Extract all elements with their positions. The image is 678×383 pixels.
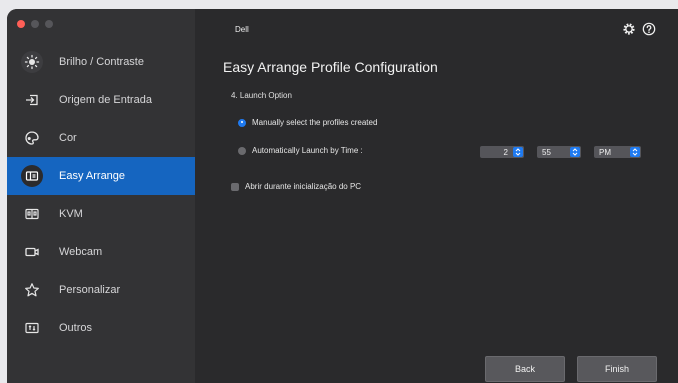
chevron-updown-icon: [513, 147, 523, 157]
maximize-window-button[interactable]: [45, 20, 53, 28]
top-toolbar: [622, 22, 656, 41]
star-icon: [23, 281, 41, 299]
radio-auto-label: Automatically Launch by Time :: [252, 146, 363, 155]
sidebar-item-easy-arrange[interactable]: Easy Arrange: [7, 157, 195, 195]
back-button[interactable]: Back: [485, 356, 565, 382]
hour-select[interactable]: 2: [480, 146, 524, 158]
sidebar-item-kvm[interactable]: KVM: [7, 195, 195, 233]
chevron-updown-icon: [570, 147, 580, 157]
kvm-icon: [23, 205, 41, 223]
others-icon: [23, 319, 41, 337]
hour-value: 2: [503, 147, 508, 157]
ampm-select[interactable]: PM: [594, 146, 641, 158]
chevron-updown-icon: [630, 147, 640, 157]
section-label: 4. Launch Option: [231, 91, 292, 100]
sidebar-item-label: Brilho / Contraste: [59, 56, 144, 68]
sidebar-item-label: Easy Arrange: [59, 170, 126, 182]
help-icon[interactable]: [642, 22, 656, 41]
sidebar-item-label: Webcam: [59, 246, 103, 258]
color-palette-icon: [23, 129, 41, 147]
sidebar-item-origem-de-entrada[interactable]: Origem de Entrada: [7, 81, 195, 119]
sidebar-item-label: Cor: [59, 132, 77, 144]
radio-auto[interactable]: [238, 146, 246, 155]
sidebar-item-label: Personalizar: [59, 284, 121, 296]
window-controls: [17, 20, 53, 28]
sidebar-item-brilho-contraste[interactable]: Brilho / Contraste: [7, 43, 195, 81]
close-window-button[interactable]: [17, 20, 25, 28]
webcam-icon: [23, 243, 41, 261]
startup-checkbox-label: Abrir durante inicialização do PC: [245, 182, 362, 191]
gear-icon[interactable]: [622, 22, 636, 41]
sidebar-item-outros[interactable]: Outros: [7, 309, 195, 347]
sidebar-item-label: Origem de Entrada: [59, 94, 152, 106]
sidebar-item-label: KVM: [59, 208, 83, 220]
app-window: Brilho / Contraste Origem de Entrada Cor…: [7, 9, 678, 383]
ampm-value: PM: [599, 147, 611, 157]
brand-label: Dell: [235, 25, 249, 34]
main-content: Dell Easy Arrange Profile Configuration …: [195, 9, 678, 383]
minute-select[interactable]: 55: [537, 146, 581, 158]
radio-manual[interactable]: [238, 118, 246, 127]
sidebar-item-label: Outros: [59, 322, 93, 334]
startup-checkbox[interactable]: [231, 182, 239, 191]
minimize-window-button[interactable]: [31, 20, 39, 28]
sidebar-item-personalizar[interactable]: Personalizar: [7, 271, 195, 309]
startup-checkbox-row[interactable]: Abrir durante inicialização do PC: [231, 182, 361, 191]
sidebar-nav: Brilho / Contraste Origem de Entrada Cor…: [7, 43, 195, 347]
sidebar-item-webcam[interactable]: Webcam: [7, 233, 195, 271]
easy-arrange-icon: [21, 165, 43, 187]
sidebar-item-cor[interactable]: Cor: [7, 119, 195, 157]
brightness-icon: [21, 51, 43, 73]
page-title: Easy Arrange Profile Configuration: [223, 59, 438, 75]
finish-button[interactable]: Finish: [577, 356, 657, 382]
radio-manual-label: Manually select the profiles created: [252, 118, 378, 127]
minute-value: 55: [542, 147, 551, 157]
radio-auto-row[interactable]: Automatically Launch by Time :: [238, 146, 363, 155]
input-source-icon: [23, 91, 41, 109]
radio-manual-row[interactable]: Manually select the profiles created: [238, 118, 377, 127]
sidebar: Brilho / Contraste Origem de Entrada Cor…: [7, 9, 195, 383]
